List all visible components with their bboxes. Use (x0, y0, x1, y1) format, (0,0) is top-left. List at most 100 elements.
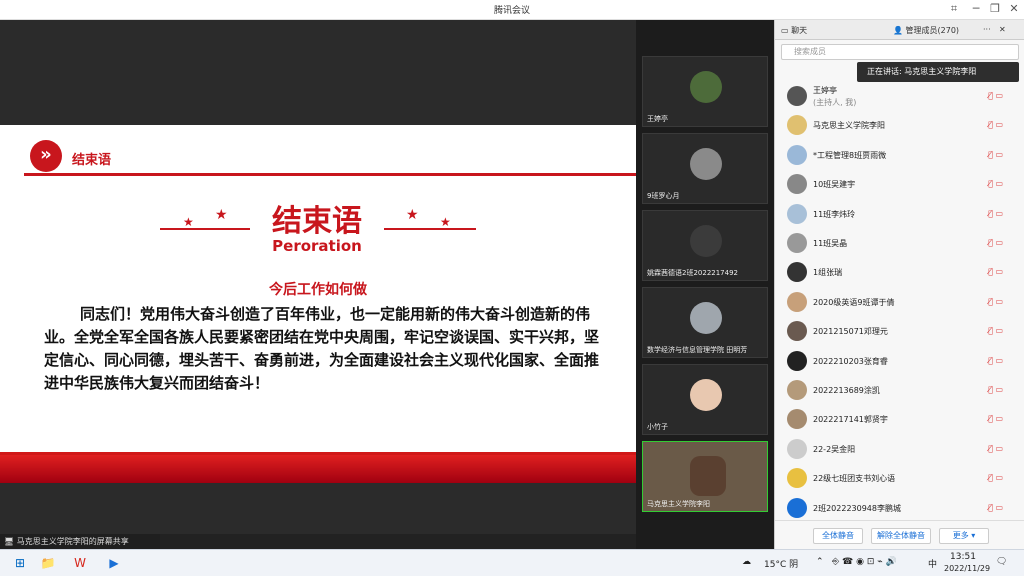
video-gallery: 王婷亭 9班罗心月 姚霖茜德语2班2022217492 数学经济与信息管理学院 … (636, 20, 774, 549)
member-row[interactable]: *工程管理8班贾雨微 🎙̸ ▭ (775, 141, 1024, 169)
member-name: 2021215071邓理元 (813, 327, 888, 337)
member-name: *工程管理8班贾雨微 (813, 150, 887, 160)
mic-muted-icon[interactable]: 🎙̸ ▭ (988, 473, 1003, 482)
start-icon[interactable]: ⊞ (10, 554, 30, 572)
avatar (787, 203, 807, 224)
member-row[interactable]: 2022217141郭贤宇 🎙̸ ▭ (775, 405, 1024, 433)
more-icon[interactable]: ··· (983, 25, 991, 34)
mic-muted-icon[interactable]: 🎙̸ ▭ (988, 326, 1003, 335)
mic-muted-icon[interactable]: 🎙̸ ▭ (988, 209, 1003, 218)
member-row[interactable]: 11班吴晶 🎙̸ ▭ (775, 229, 1024, 257)
share-status-text: 马克思主义学院李阳的屏幕共享 (16, 537, 129, 546)
notification-icon[interactable]: 🗨 (996, 557, 1007, 567)
avatar (787, 174, 807, 195)
maximize-button[interactable]: ❐ (985, 2, 1005, 15)
slide-header: 结束语 (72, 153, 112, 168)
avatar (787, 438, 807, 459)
pin-icon[interactable]: ⌗ (944, 2, 964, 16)
video-tile[interactable]: 9班罗心月 (642, 133, 768, 204)
decor-band (0, 455, 636, 483)
unmute-all-button[interactable]: 解除全体静音 (871, 528, 931, 544)
wps-icon[interactable]: W (70, 554, 90, 572)
speaking-tooltip: 正在讲话: 马克思主义学院李阳 (857, 62, 1019, 82)
mic-muted-icon[interactable]: 🎙̸ ▭ (988, 414, 1003, 423)
tab-chat-label: 聊天 (791, 26, 808, 35)
tray-chevron-icon[interactable]: ⌃ (816, 557, 824, 567)
member-row[interactable]: 22级七班团支书刘心语 🎙̸ ▭ (775, 464, 1024, 492)
mic-muted-icon[interactable]: 🎙̸ ▭ (988, 179, 1003, 188)
mic-muted-icon[interactable]: 🎙̸ ▭ (988, 91, 1003, 100)
tile-name: 姚霖茜德语2班2022217492 (647, 269, 738, 277)
tab-members[interactable]: 👤 管理成员(270) (893, 25, 959, 36)
avatar (787, 262, 807, 283)
weather-text[interactable]: 15°C 阴 (764, 557, 798, 570)
mic-muted-icon[interactable]: 🎙̸ ▭ (988, 238, 1003, 247)
avatar (690, 379, 722, 411)
close-button[interactable]: ✕ (1004, 2, 1024, 15)
slide-logo-icon: » (30, 140, 62, 172)
slide-paragraph: 同志们！党用伟大奋斗创造了百年伟业，也一定能用新的伟大奋斗创造新的伟业。全党全军… (44, 305, 600, 392)
title-line-right (384, 228, 476, 230)
taskbar: ⊞ 📁 W ▶ ☁ 15°C 阴 ⌃ ⎆ ☎ ◉ ⊡ ⌁ 🔊 中 13:51 2… (0, 549, 1024, 576)
explorer-icon[interactable]: 📁 (38, 554, 58, 572)
member-name: 22级七班团支书刘心语 (813, 474, 896, 484)
avatar (787, 144, 807, 165)
video-tile[interactable]: 姚霖茜德语2班2022217492 (642, 210, 768, 281)
member-row[interactable]: 1组张瑞 🎙̸ ▭ (775, 258, 1024, 286)
mic-muted-icon[interactable]: 🎙̸ ▭ (988, 444, 1003, 453)
side-panel: ▭ 聊天 👤 管理成员(270) ··· ✕ 搜索成员 正在讲话: 马克思主义学… (774, 20, 1024, 549)
screen-share-area: » 结束语 ★ ★ ★ ★ 结束语 Peroration 今后工作如何做 同志们… (0, 20, 636, 549)
member-row[interactable]: 11班李炜玲 🎙̸ ▭ (775, 200, 1024, 228)
member-row[interactable]: 2021215071邓理元 🎙̸ ▭ (775, 317, 1024, 345)
member-row[interactable]: 王婷亭 🎙̸ ▭ (主持人, 我) (775, 82, 1024, 110)
title-line-left (160, 228, 250, 230)
star-icon: ★ (183, 215, 194, 229)
tile-name: 数学经济与信息管理学院 田明芳 (647, 346, 748, 354)
member-name: 1组张瑞 (813, 268, 843, 278)
tab-members-label: 管理成员(270) (905, 26, 960, 35)
member-row[interactable]: 22-2吴金阳 🎙̸ ▭ (775, 435, 1024, 463)
member-row[interactable]: 2班2022230948李鹏城 🎙̸ ▭ (775, 494, 1024, 522)
host-note: (主持人, 我) (813, 98, 857, 107)
video-tile-speaker[interactable]: 马克思主义学院李阳 (642, 441, 768, 512)
ime-indicator[interactable]: 中 (928, 557, 937, 570)
clock-time[interactable]: 13:51 (950, 552, 976, 562)
member-row[interactable]: 2020级英语9班谭于倩 🎙̸ ▭ (775, 288, 1024, 316)
mic-muted-icon[interactable]: 🎙̸ ▭ (988, 267, 1003, 276)
mic-muted-icon[interactable]: 🎙̸ ▭ (988, 356, 1003, 365)
avatar (787, 497, 807, 518)
mute-all-button[interactable]: 全体静音 (813, 528, 863, 544)
mic-muted-icon[interactable]: 🎙̸ ▭ (988, 120, 1003, 129)
search-input[interactable]: 搜索成员 (781, 44, 1019, 60)
avatar (787, 115, 807, 136)
star-icon: ★ (406, 207, 419, 223)
avatar (787, 291, 807, 312)
minimize-button[interactable]: ─ (966, 2, 986, 15)
video-tile[interactable]: 小竹子 (642, 364, 768, 435)
member-row[interactable]: 马克思主义学院李阳 🎙̸ ▭ (775, 111, 1024, 139)
panel-tabs: ▭ 聊天 👤 管理成员(270) ··· ✕ (775, 20, 1024, 40)
mic-muted-icon[interactable]: 🎙̸ ▭ (988, 297, 1003, 306)
window-title: 腾讯会议 (493, 6, 530, 16)
member-row[interactable]: 2022213689涂凯 🎙̸ ▭ (775, 376, 1024, 404)
member-name: 2班2022230948李鹏城 (813, 503, 901, 513)
clock-date[interactable]: 2022/11/29 (944, 564, 990, 573)
video-tile[interactable]: 王婷亭 (642, 56, 768, 127)
video-tile[interactable]: 数学经济与信息管理学院 田明芳 (642, 287, 768, 358)
mic-muted-icon[interactable]: 🎙̸ ▭ (988, 385, 1003, 394)
tile-name: 9班罗心月 (647, 192, 680, 200)
share-status-bar[interactable]: 🖥 马克思主义学院李阳的屏幕共享 (0, 534, 160, 549)
member-row[interactable]: 2022210203张育睿 🎙̸ ▭ (775, 347, 1024, 375)
mic-muted-icon[interactable]: 🎙̸ ▭ (988, 503, 1003, 512)
mic-muted-icon[interactable]: 🎙̸ ▭ (988, 150, 1003, 159)
tencent-meeting-icon[interactable]: ▶ (104, 554, 124, 572)
tab-chat[interactable]: ▭ 聊天 (781, 25, 807, 36)
avatar (787, 321, 807, 342)
more-button[interactable]: 更多 ▾ (939, 528, 989, 544)
avatar (690, 148, 722, 180)
member-row[interactable]: 10班吴建宇 🎙̸ ▭ (775, 170, 1024, 198)
tray-icons[interactable]: ⎆ ☎ ◉ ⊡ ⌁ 🔊 (832, 557, 897, 567)
close-panel-icon[interactable]: ✕ (999, 25, 1006, 34)
tile-name: 王婷亭 (647, 115, 668, 123)
weather-icon[interactable]: ☁ (742, 557, 751, 567)
